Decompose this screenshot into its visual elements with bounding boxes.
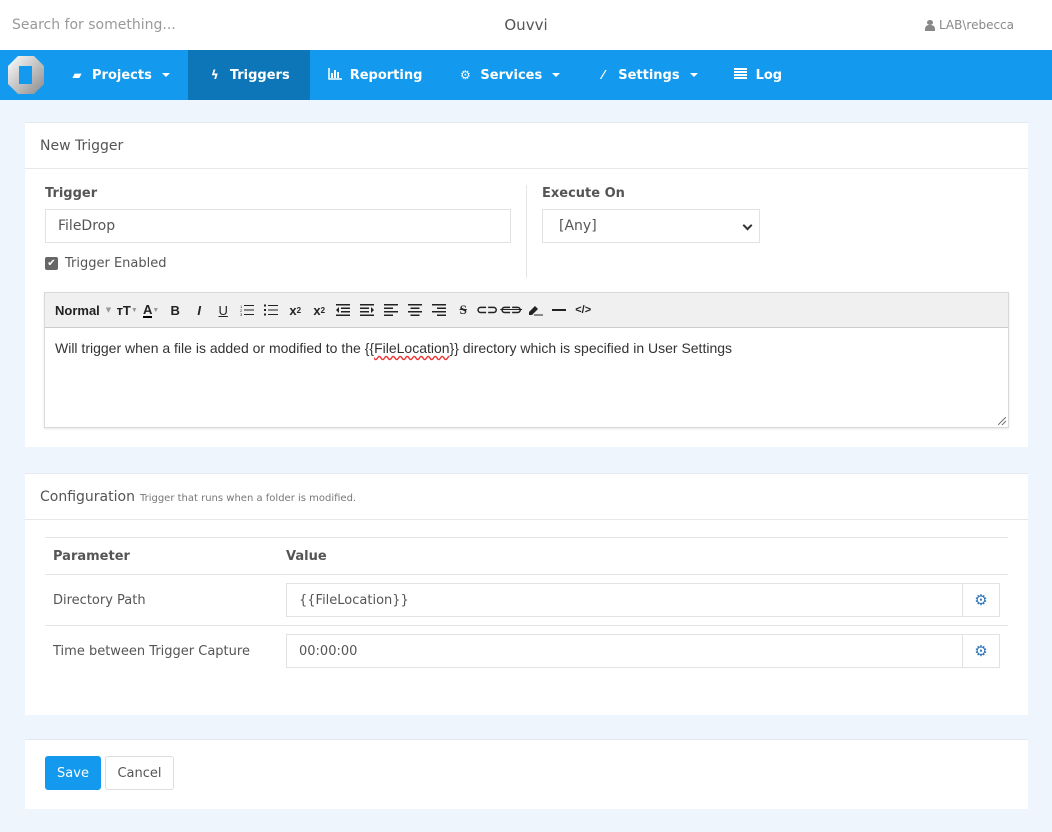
parameter-table: Parameter Value Directory Path ⚙ Time be…	[45, 537, 1008, 676]
font-size-icon[interactable]: тT ▼	[115, 299, 139, 321]
configuration-subtitle: Trigger that runs when a folder is modif…	[139, 492, 357, 504]
parameter-name: Directory Path	[53, 592, 146, 608]
user-menu[interactable]: LAB\rebecca	[924, 18, 1014, 32]
parameter-name: Time between Trigger Capture	[53, 643, 250, 659]
nav-services[interactable]: ⚙ Services	[440, 50, 578, 100]
bolt-icon: ϟ	[210, 68, 219, 82]
panel-title: New Trigger	[25, 123, 1028, 169]
caret-down-icon	[689, 73, 698, 77]
italic-icon[interactable]: I	[187, 299, 211, 321]
execute-on-label: Execute On	[542, 186, 625, 201]
directory-path-settings-button[interactable]: ⚙	[962, 583, 1000, 617]
capture-interval-input[interactable]	[286, 634, 962, 668]
align-center-icon[interactable]	[403, 299, 427, 321]
configuration-panel: Configuration Trigger that runs when a f…	[25, 473, 1028, 715]
trigger-label: Trigger	[45, 186, 98, 201]
magic-wand-icon: ⁄	[602, 68, 605, 82]
bar-chart-icon	[327, 67, 342, 83]
svg-text:3: 3	[240, 312, 243, 316]
new-trigger-panel: New Trigger Trigger ✔ Trigger Enabled Ex…	[25, 122, 1028, 447]
main-navbar: ▰ Projects ϟ Triggers Reporting ⚙ Servic…	[0, 50, 1052, 100]
capture-interval-settings-button[interactable]: ⚙	[962, 634, 1000, 668]
bold-icon[interactable]: B	[163, 299, 187, 321]
user-name: LAB\rebecca	[938, 18, 1014, 32]
align-right-icon[interactable]	[427, 299, 451, 321]
code-view-icon[interactable]: </>	[571, 299, 595, 321]
trigger-enabled-checkbox[interactable]: ✔ Trigger Enabled	[45, 256, 167, 271]
subscript-icon[interactable]: x2	[283, 299, 307, 321]
actions-panel: Save Cancel	[25, 739, 1028, 809]
nav-reporting[interactable]: Reporting	[310, 50, 441, 100]
search-input[interactable]	[0, 8, 300, 42]
link-icon[interactable]: ⊂⊃	[475, 299, 499, 321]
misspelled-word: FileLocation	[374, 340, 450, 356]
font-color-icon[interactable]: A ▼	[139, 299, 163, 321]
chevron-down-icon	[742, 220, 753, 231]
resize-handle-icon[interactable]	[998, 417, 1006, 425]
nav-projects[interactable]: ▰ Projects	[52, 50, 188, 100]
bullet-list-icon[interactable]	[259, 299, 283, 321]
nav-triggers[interactable]: ϟ Triggers	[187, 50, 310, 100]
table-header: Parameter Value	[45, 537, 1008, 574]
directory-path-input[interactable]	[286, 583, 962, 617]
description-editor: Normal ▼ тT ▼ A ▼ B I U 123 x2 x2 S ⊂⊃ ⊂…	[44, 292, 1009, 428]
underline-icon[interactable]: U	[211, 299, 235, 321]
cogs-icon: ⚙	[460, 68, 471, 82]
user-icon	[924, 19, 935, 31]
execute-on-select[interactable]: [Any]	[542, 209, 760, 243]
header-value: Value	[286, 548, 327, 564]
top-bar: Ouvvi LAB\rebecca	[0, 0, 1052, 50]
ordered-list-icon[interactable]: 123	[235, 299, 259, 321]
header-parameter: Parameter	[53, 548, 130, 564]
list-icon	[734, 68, 748, 82]
cancel-button[interactable]: Cancel	[105, 756, 174, 790]
caret-down-icon	[552, 73, 561, 77]
table-row: Directory Path ⚙	[45, 574, 1008, 625]
configuration-title: Configuration	[40, 488, 135, 505]
gear-icon: ⚙	[974, 591, 988, 609]
table-row: Time between Trigger Capture ⚙	[45, 625, 1008, 676]
book-icon: ▰	[72, 68, 82, 82]
eraser-icon[interactable]	[523, 299, 547, 321]
unlink-icon[interactable]: ⊂⊃	[499, 299, 523, 321]
style-select[interactable]: Normal	[55, 299, 106, 321]
editor-toolbar: Normal ▼ тT ▼ A ▼ B I U 123 x2 x2 S ⊂⊃ ⊂…	[45, 293, 1008, 328]
column-divider	[526, 185, 527, 278]
strikethrough-icon[interactable]: S	[451, 299, 475, 321]
checkmark-icon: ✔	[45, 257, 58, 270]
gear-icon: ⚙	[974, 642, 988, 660]
caret-down-icon	[161, 73, 170, 77]
editor-content[interactable]: Will trigger when a file is added or mod…	[45, 328, 1008, 368]
logo-icon	[8, 56, 44, 94]
save-button[interactable]: Save	[45, 756, 101, 790]
nav-log[interactable]: Log	[716, 50, 801, 100]
trigger-name-input[interactable]	[45, 209, 511, 243]
nav-settings[interactable]: ⁄ Settings	[578, 50, 715, 100]
app-logo[interactable]	[0, 50, 52, 100]
indent-icon[interactable]	[355, 299, 379, 321]
align-left-icon[interactable]	[379, 299, 403, 321]
horizontal-rule-icon[interactable]	[547, 299, 571, 321]
outdent-icon[interactable]	[331, 299, 355, 321]
superscript-icon[interactable]: x2	[307, 299, 331, 321]
configuration-header: Configuration Trigger that runs when a f…	[25, 474, 1028, 520]
style-dropdown-arrow-icon[interactable]: ▼	[106, 306, 111, 314]
